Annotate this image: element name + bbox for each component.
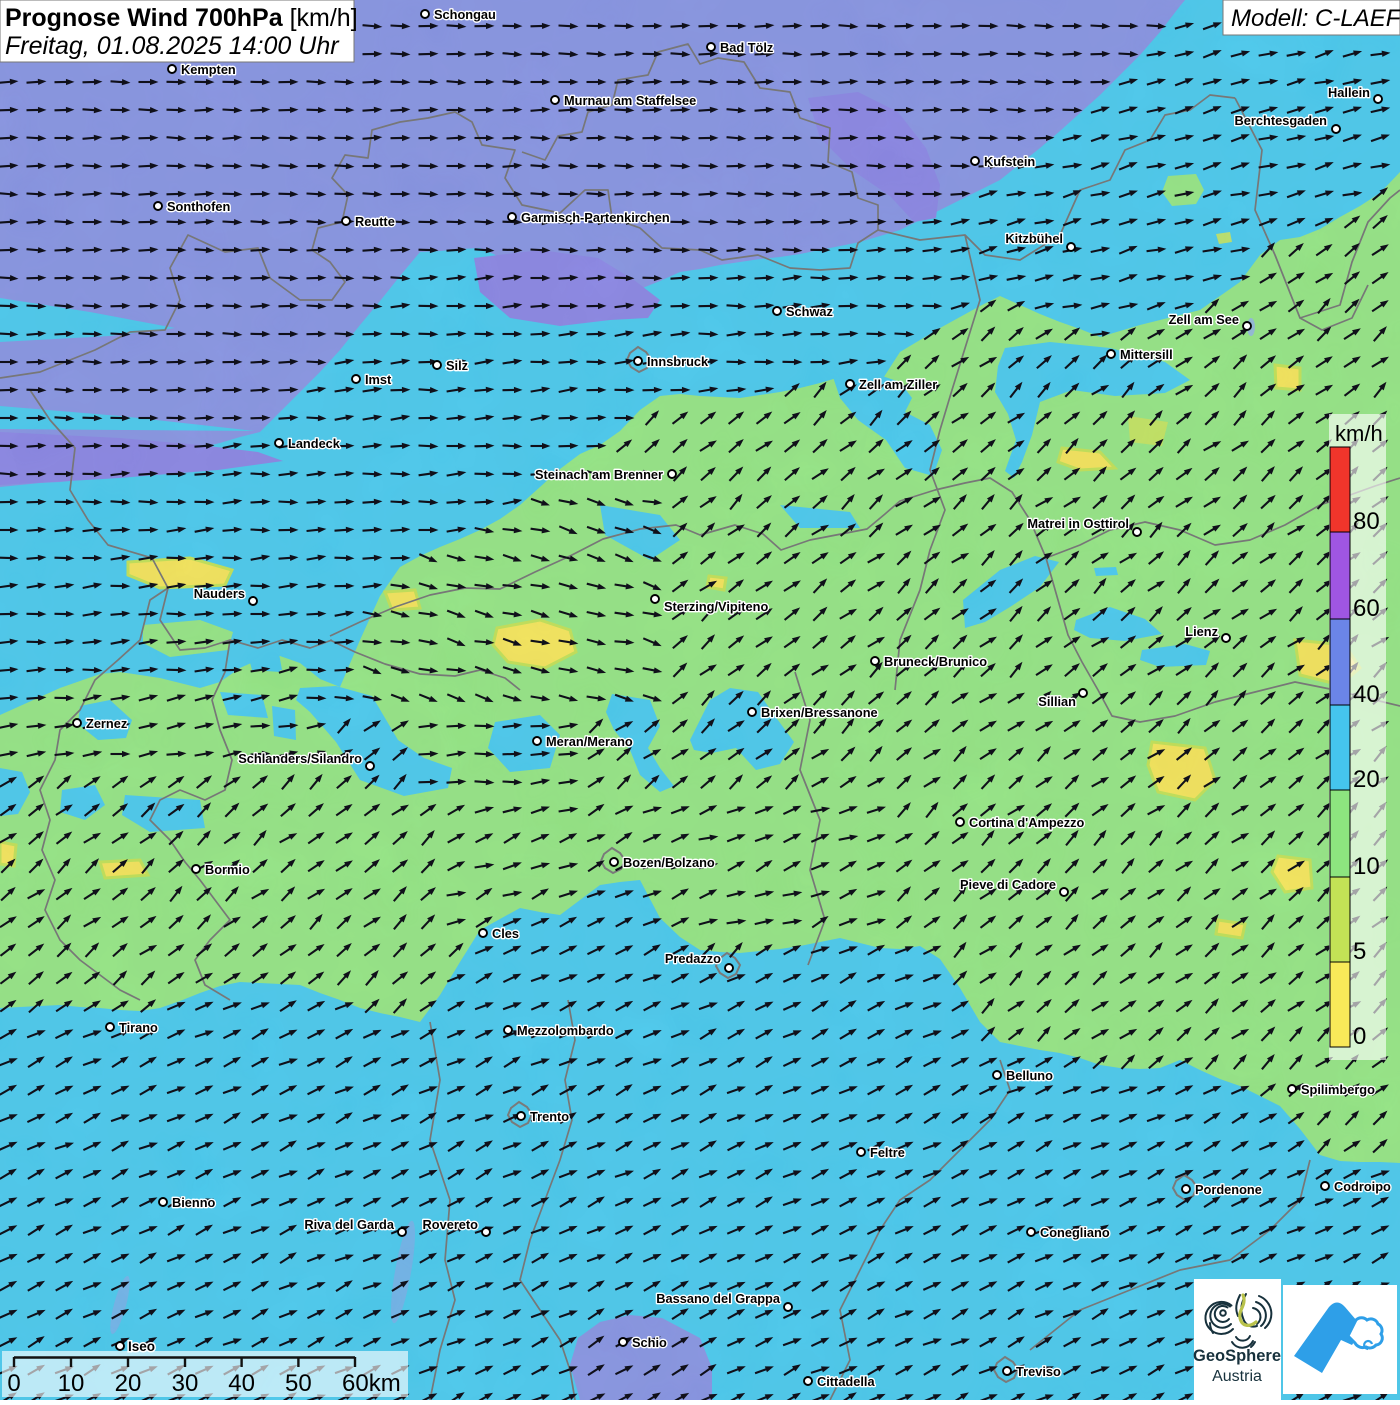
svg-text:Murnau am Staffelsee: Murnau am Staffelsee: [564, 93, 696, 108]
svg-text:Sterzing/Vipiteno: Sterzing/Vipiteno: [664, 599, 768, 614]
svg-text:60: 60: [1353, 595, 1380, 622]
svg-text:60km: 60km: [342, 1370, 401, 1397]
svg-text:Schongau: Schongau: [434, 7, 496, 22]
svg-text:80: 80: [1353, 508, 1380, 535]
svg-text:Hallein: Hallein: [1328, 85, 1370, 100]
svg-text:Cortina d'Ampezzo: Cortina d'Ampezzo: [969, 815, 1085, 830]
svg-text:Austria: Austria: [1212, 1368, 1262, 1385]
svg-text:Bienno: Bienno: [172, 1195, 216, 1210]
svg-text:Sonthofen: Sonthofen: [167, 199, 230, 214]
svg-text:Imst: Imst: [365, 372, 392, 387]
svg-text:50: 50: [285, 1370, 312, 1397]
svg-text:Nauders: Nauders: [194, 586, 245, 601]
svg-text:Meran/Merano: Meran/Merano: [546, 734, 633, 749]
svg-text:5: 5: [1353, 938, 1366, 965]
svg-text:Zell am See: Zell am See: [1169, 312, 1239, 327]
svg-text:10: 10: [1353, 853, 1380, 880]
svg-text:40: 40: [1353, 681, 1380, 708]
svg-text:Innsbruck: Innsbruck: [647, 354, 709, 369]
svg-text:Kitzbühel: Kitzbühel: [1005, 231, 1063, 246]
svg-text:Lienz: Lienz: [1185, 624, 1218, 639]
svg-text:Schio: Schio: [632, 1335, 667, 1350]
svg-text:Kempten: Kempten: [181, 62, 236, 77]
svg-text:Bruneck/Brunico: Bruneck/Brunico: [884, 654, 987, 669]
svg-text:Bozen/Bolzano: Bozen/Bolzano: [623, 855, 715, 870]
svg-text:Cles: Cles: [492, 926, 519, 941]
svg-text:Pieve di Cadore: Pieve di Cadore: [960, 877, 1056, 892]
svg-text:Trento: Trento: [530, 1109, 569, 1124]
svg-text:30: 30: [172, 1370, 199, 1397]
svg-text:Landeck: Landeck: [288, 436, 341, 451]
svg-text:10: 10: [58, 1370, 85, 1397]
svg-text:Treviso: Treviso: [1016, 1364, 1061, 1379]
svg-text:Predazzo: Predazzo: [665, 951, 721, 966]
svg-text:Feltre: Feltre: [870, 1145, 905, 1160]
svg-text:20: 20: [115, 1370, 142, 1397]
svg-text:Silz: Silz: [446, 358, 468, 373]
svg-text:Rovereto: Rovereto: [423, 1217, 479, 1232]
svg-text:0: 0: [7, 1370, 20, 1397]
svg-text:Schwaz: Schwaz: [786, 304, 833, 319]
svg-text:Modell: C-LAEF: Modell: C-LAEF: [1231, 5, 1400, 32]
svg-text:Berchtesgaden: Berchtesgaden: [1235, 113, 1328, 128]
svg-text:Conegliano: Conegliano: [1040, 1225, 1110, 1240]
svg-text:Reutte: Reutte: [355, 214, 395, 229]
svg-text:Matrei in Osttirol: Matrei in Osttirol: [1027, 516, 1129, 531]
svg-text:Schlanders/Silandro: Schlanders/Silandro: [238, 751, 362, 766]
svg-text:Cittadella: Cittadella: [817, 1374, 875, 1389]
svg-text:Pordenone: Pordenone: [1195, 1182, 1262, 1197]
svg-text:Tirano: Tirano: [119, 1020, 158, 1035]
svg-text:Prognose Wind 700hPa [km/h]: Prognose Wind 700hPa [km/h]: [5, 4, 358, 32]
svg-text:Spilimbergo: Spilimbergo: [1301, 1082, 1375, 1097]
svg-text:Garmisch-Partenkirchen: Garmisch-Partenkirchen: [521, 210, 670, 225]
svg-text:Kufstein: Kufstein: [984, 154, 1035, 169]
svg-text:Freitag, 01.08.2025 14:00 Uhr: Freitag, 01.08.2025 14:00 Uhr: [5, 32, 340, 60]
svg-text:Zell am Ziller: Zell am Ziller: [859, 377, 937, 392]
svg-text:Mittersill: Mittersill: [1120, 347, 1173, 362]
svg-text:Bassano del Grappa: Bassano del Grappa: [656, 1291, 781, 1306]
svg-text:Mezzolombardo: Mezzolombardo: [517, 1023, 614, 1038]
svg-text:0: 0: [1353, 1023, 1366, 1050]
svg-text:km/h: km/h: [1335, 421, 1383, 446]
svg-text:Riva del Garda: Riva del Garda: [304, 1217, 394, 1232]
svg-text:Sillian: Sillian: [1038, 694, 1076, 709]
svg-text:Codroipo: Codroipo: [1334, 1179, 1391, 1194]
svg-text:Steinach am Brenner: Steinach am Brenner: [535, 467, 663, 482]
svg-text:40: 40: [228, 1370, 255, 1397]
svg-text:Zernez: Zernez: [86, 716, 127, 731]
svg-text:20: 20: [1353, 766, 1380, 793]
svg-text:Bad Tölz: Bad Tölz: [720, 40, 773, 55]
svg-text:Belluno: Belluno: [1006, 1068, 1053, 1083]
svg-text:GeoSphere: GeoSphere: [1193, 1347, 1281, 1365]
svg-text:Brixen/Bressanone: Brixen/Bressanone: [761, 705, 878, 720]
svg-text:Bormio: Bormio: [205, 862, 250, 877]
